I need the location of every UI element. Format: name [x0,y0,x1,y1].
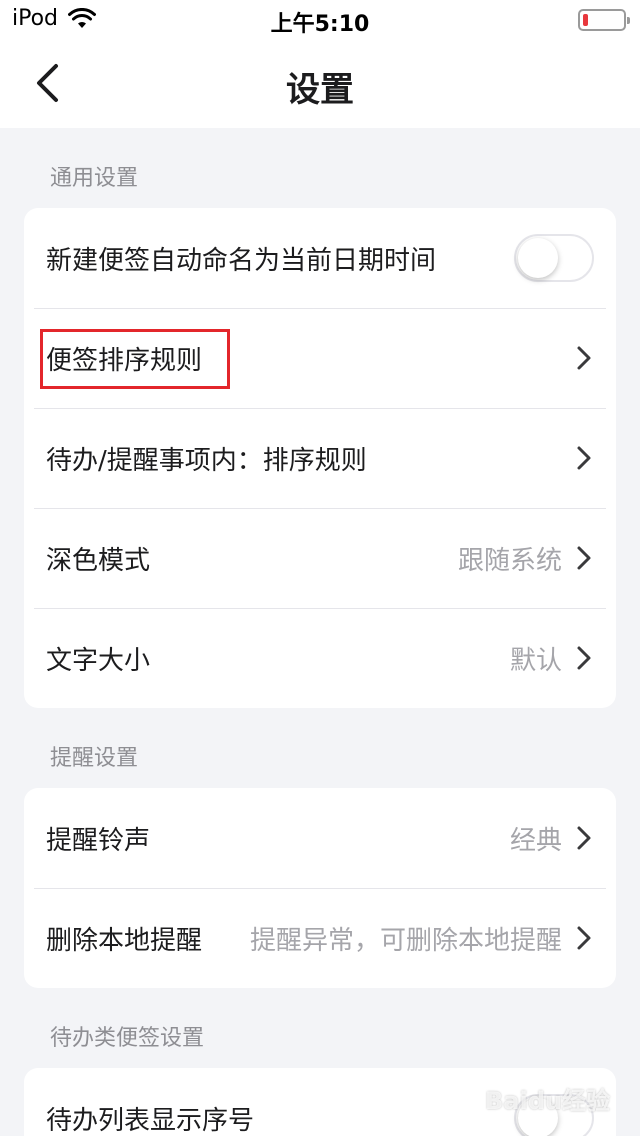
settings-row[interactable]: 深色模式 跟随系统 [24,508,616,608]
settings-row[interactable]: 新建便签自动命名为当前日期时间 [24,208,616,308]
row-label: 待办列表显示序号 [46,1105,255,1136]
chevron-right-icon [577,346,591,370]
toggle-knob [518,238,558,278]
settings-group: 提醒铃声 经典删除本地提醒 提醒异常，可删除本地提醒 [24,788,616,988]
row-accessory [574,344,594,372]
section-title: 通用设置 [50,166,139,191]
settings-row[interactable]: 提醒铃声 经典 [24,788,616,888]
highlight-box [40,329,230,389]
settings-row[interactable]: 删除本地提醒 提醒异常，可删除本地提醒 [24,888,616,988]
row-accessory: 提醒异常，可删除本地提醒 [250,920,594,957]
row-label: 新建便签自动命名为当前日期时间 [46,245,437,276]
toggle-switch[interactable] [514,234,594,282]
chevron-right-icon [577,646,591,670]
battery-icon [578,9,630,31]
settings-group: 新建便签自动命名为当前日期时间便签排序规则待办/提醒事项内：排序规则 深色模式 跟随… [24,208,616,708]
chevron-right-icon [577,926,591,950]
row-accessory: 经典 [510,820,594,857]
row-label: 文字大小 [46,645,151,676]
settings-list: 通用设置 新建便签自动命名为当前日期时间 便签排序规则 待办/提醒事项内：排序规则 深色… [0,128,640,1136]
row-label: 删除本地提醒 [46,925,203,956]
header: iPod 上午5:10 设置 [0,0,640,128]
row-value: 提醒异常，可删除本地提醒 [249,925,562,956]
row-accessory [514,234,594,282]
row-label: 提醒铃声 [46,825,151,856]
row-accessory: 跟随系统 [458,540,594,577]
status-bar: iPod 上午5:10 [0,0,640,40]
watermark-logo: Baidu经验 [485,1087,610,1115]
row-label: 深色模式 [46,545,151,576]
chevron-right-icon [577,826,591,850]
status-time: 上午5:10 [270,12,370,37]
row-value: 经典 [509,825,562,856]
settings-row[interactable]: 文字大小 默认 [24,608,616,708]
page-title: 设置 [286,70,354,110]
row-accessory: 默认 [510,640,594,677]
row-accessory [574,444,594,472]
row-value: 跟随系统 [457,545,562,576]
nav-bar: 设置 [0,40,640,128]
battery-level [583,14,588,26]
chevron-right-icon [577,546,591,570]
row-label: 待办/提醒事项内：排序规则 [46,445,367,476]
row-value: 默认 [509,645,562,676]
section-title: 提醒设置 [50,746,139,771]
chevron-right-icon [577,446,591,470]
section-title: 待办类便签设置 [50,1026,205,1051]
settings-row[interactable]: 便签排序规则 [24,308,616,408]
settings-row[interactable]: 待办/提醒事项内：排序规则 [24,408,616,508]
